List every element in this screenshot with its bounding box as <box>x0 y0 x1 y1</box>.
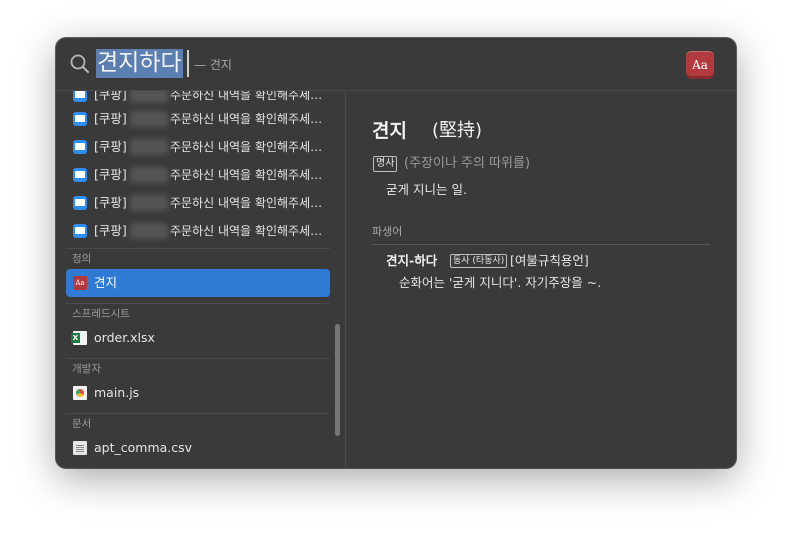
dictionary-app-icon[interactable]: Aa <box>686 51 714 79</box>
derived-conjugation-tag: [여불규칙용언] <box>510 253 589 268</box>
section-divider <box>66 303 330 304</box>
mail-subject: 주문하신 내역을 확인해주세… <box>170 196 323 210</box>
section-divider <box>66 248 330 249</box>
section-label-developer: 개발자 <box>72 363 101 375</box>
chrome-file-icon <box>73 386 87 400</box>
mail-icon <box>73 224 87 238</box>
derived-words-heading: 파생어 <box>372 225 403 238</box>
definition-preview: 견지 (堅持) 명사 (주장이나 주의 따위를) 굳게 지니는 일. 파생어 견… <box>346 91 736 468</box>
mail-subject: 주문하신 내역을 확인해주세… <box>170 140 323 154</box>
mail-result-row[interactable]: [쿠팡] 주문하신 내역을 확인해주세… <box>66 105 330 133</box>
search-bar[interactable]: 견지하다 — 견지 Aa <box>56 38 736 91</box>
mail-app-label: [쿠팡] <box>94 195 127 210</box>
section-divider <box>66 413 330 414</box>
spreadsheet-result-row[interactable]: order.xlsx <box>66 324 330 352</box>
mail-app-label: [쿠팡] <box>94 111 127 126</box>
blurred-sender <box>130 167 168 183</box>
derived-pos-badge: 동사 (타동사) <box>450 254 508 268</box>
mail-result-row[interactable]: [쿠팡] 주문하신 내역을 확인해주세… <box>66 133 330 161</box>
mail-icon <box>73 168 87 182</box>
mail-app-label: [쿠팡] <box>94 167 127 182</box>
spotlight-window: 견지하다 — 견지 Aa [쿠팡] 주문하신 내역을 확인해주세… [쿠팡] 주… <box>56 38 736 468</box>
mail-result-row[interactable]: [쿠팡] 주문하신 내역을 확인해주세… <box>66 217 330 245</box>
results-scrollbar[interactable] <box>335 324 340 436</box>
mail-icon <box>73 91 87 102</box>
section-label-documents: 문서 <box>72 418 92 430</box>
mail-app-label: [쿠팡] <box>94 223 127 238</box>
mail-icon <box>73 196 87 210</box>
document-result-label: apt_comma.csv <box>94 440 193 455</box>
mail-subject: 주문하신 내역을 확인해주세… <box>170 91 323 102</box>
blurred-sender <box>130 111 168 127</box>
search-suggestion: — 견지 <box>194 58 232 72</box>
mail-result-row[interactable]: [쿠팡] 주문하신 내역을 확인해주세… <box>66 161 330 189</box>
developer-result-row[interactable]: main.js <box>66 379 330 407</box>
excel-file-icon <box>71 331 87 345</box>
section-label-spreadsheet: 스프레드시트 <box>72 308 130 320</box>
definition-headword: 견지 <box>372 120 407 142</box>
results-list[interactable]: [쿠팡] 주문하신 내역을 확인해주세… [쿠팡] 주문하신 내역을 확인해주세… <box>56 91 346 468</box>
dictionary-icon: Aa <box>73 276 87 290</box>
blurred-sender <box>130 195 168 211</box>
section-divider <box>66 358 330 359</box>
search-query[interactable]: 견지하다 <box>96 49 183 78</box>
blurred-sender <box>130 223 168 239</box>
document-result-row[interactable]: apt_comma.csv <box>66 434 330 462</box>
mail-app-label: [쿠팡] <box>94 91 127 102</box>
definition-hanja: (堅持) <box>432 120 483 141</box>
search-icon <box>70 54 89 73</box>
spreadsheet-result-label: order.xlsx <box>94 330 155 345</box>
derived-divider <box>372 244 710 245</box>
mail-subject: 주문하신 내역을 확인해주세… <box>170 112 323 126</box>
mail-app-label: [쿠팡] <box>94 139 127 154</box>
blurred-sender <box>130 139 168 155</box>
csv-file-icon <box>73 441 87 455</box>
definition-usage-note: (주장이나 주의 따위를) <box>404 156 531 171</box>
mail-subject: 주문하신 내역을 확인해주세… <box>170 224 323 238</box>
text-cursor <box>187 50 189 77</box>
part-of-speech-badge: 명사 <box>373 156 398 172</box>
developer-result-label: main.js <box>94 385 140 400</box>
mail-icon <box>73 140 87 154</box>
derived-word: 견지-하다 <box>386 253 438 268</box>
derived-definition: 순화어는 '굳게 지니다'. 자기주장을 ~. <box>399 275 602 290</box>
mail-icon <box>73 112 87 126</box>
section-label-definition: 정의 <box>72 253 92 265</box>
definition-result-label: 견지 <box>94 275 118 290</box>
definition-meaning: 굳게 지니는 일. <box>386 182 467 197</box>
mail-result-row[interactable]: [쿠팡] 주문하신 내역을 확인해주세… <box>66 189 330 217</box>
blurred-sender <box>130 91 168 103</box>
mail-subject: 주문하신 내역을 확인해주세… <box>170 168 323 182</box>
definition-result-row[interactable]: Aa 견지 <box>66 269 330 297</box>
